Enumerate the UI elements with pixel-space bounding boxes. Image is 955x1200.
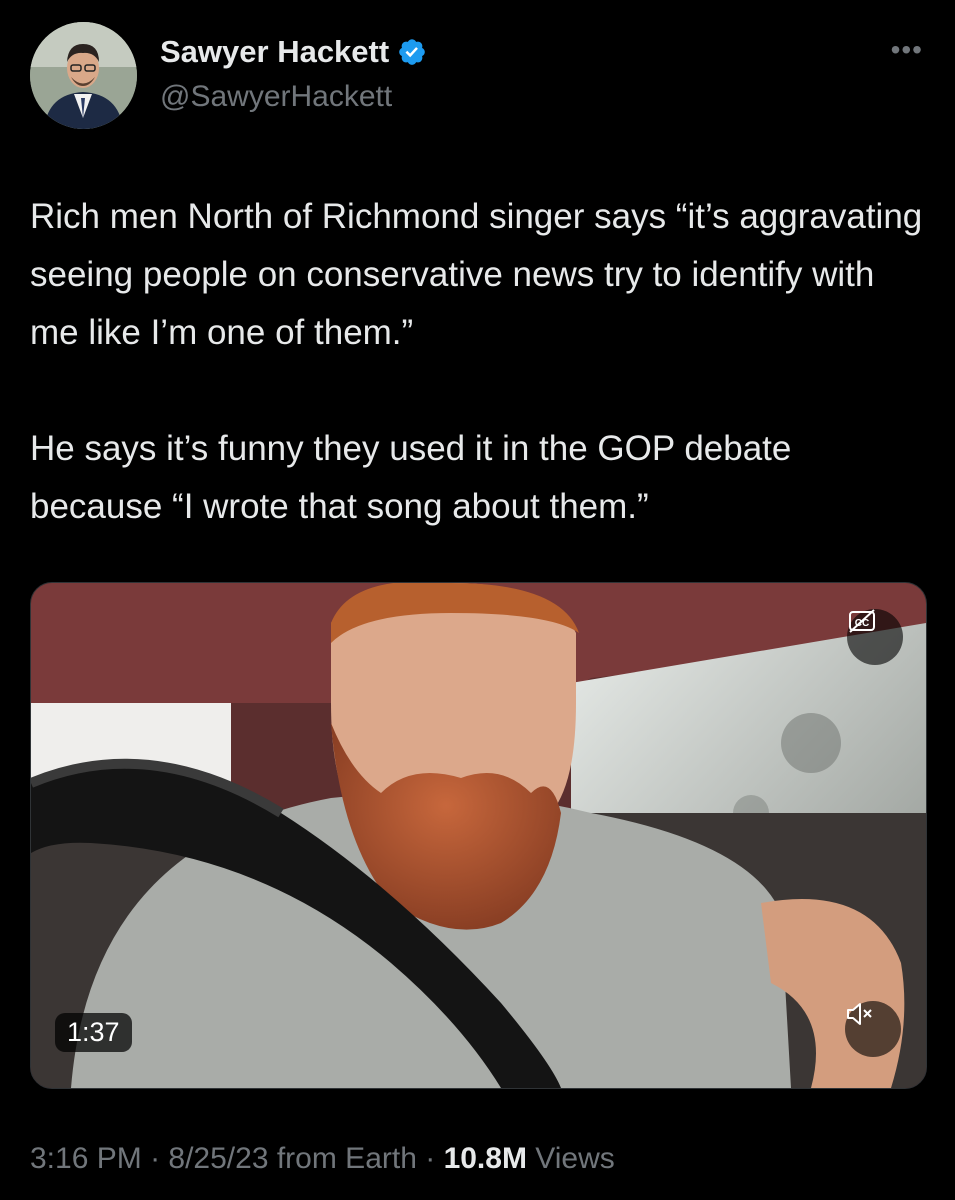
muted-speaker-icon[interactable] <box>845 1001 901 1057</box>
tweet-time[interactable]: 3:16 PM <box>30 1142 142 1175</box>
author-name[interactable]: Sawyer Hackett <box>160 34 389 70</box>
tweet-meta: 3:16 PM · 8/25/23 from Earth · 10.8M Vie… <box>30 1142 615 1176</box>
avatar[interactable] <box>30 22 137 129</box>
tweet-date[interactable]: 8/25/23 <box>168 1142 268 1175</box>
tweet-paragraph-2: He says it’s funny they used it in the G… <box>30 429 792 526</box>
verified-badge-icon <box>397 37 427 67</box>
tweet-text: Rich men North of Richmond singer says “… <box>30 188 930 536</box>
tweet-paragraph-1: Rich men North of Richmond singer says “… <box>30 197 923 352</box>
author-name-row: Sawyer Hackett <box>160 34 427 70</box>
video-thumbnail <box>31 583 926 1088</box>
meta-separator-2: · <box>416 1142 444 1175</box>
views-count[interactable]: 10.8M <box>444 1142 527 1175</box>
video-duration: 1:37 <box>55 1013 132 1052</box>
meta-separator: · <box>141 1142 169 1175</box>
closed-captions-icon[interactable]: CC <box>847 609 903 665</box>
more-options-icon[interactable]: ••• <box>891 36 923 64</box>
tweet-source: from Earth <box>276 1142 417 1175</box>
video-player[interactable]: CC 1:37 <box>30 582 927 1089</box>
views-label: Views <box>526 1142 615 1175</box>
author-handle[interactable]: @SawyerHackett <box>160 80 392 114</box>
